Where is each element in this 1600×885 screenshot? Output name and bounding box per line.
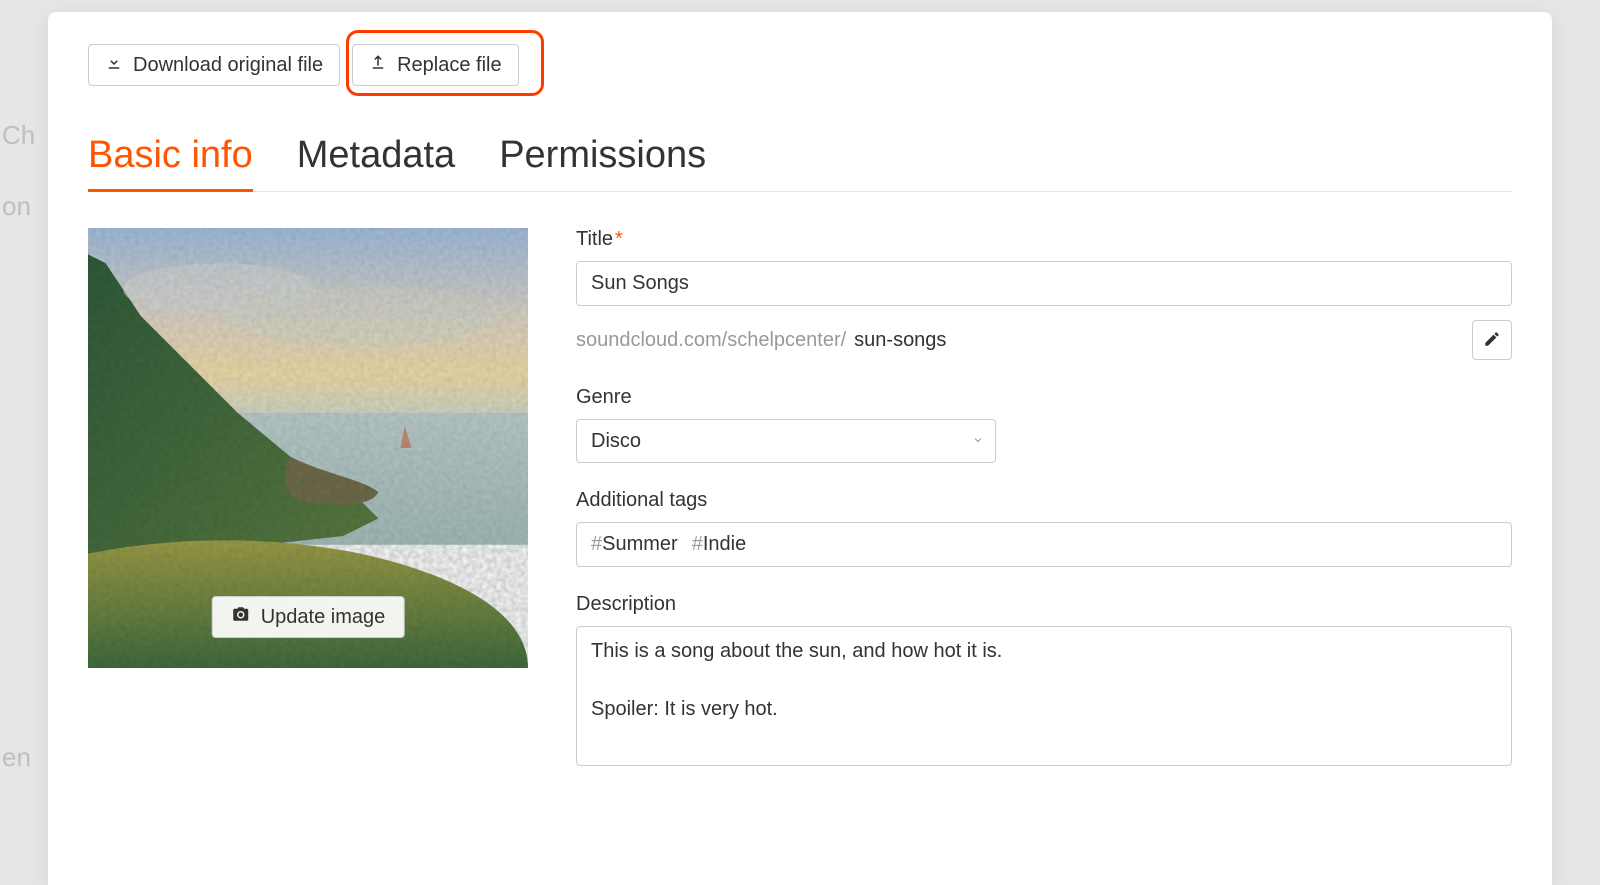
form-column: Title* soundcloud.com/schelpcenter/ sun-… [576,228,1512,766]
title-label: Title* [576,228,1512,251]
tags-label: Additional tags [576,489,1512,512]
tab-permissions[interactable]: Permissions [499,134,706,191]
title-input[interactable] [576,261,1512,306]
tag-chip[interactable]: #Summer [591,533,678,556]
tabs: Basic info Metadata Permissions [88,134,1512,192]
permalink-row: soundcloud.com/schelpcenter/ sun-songs [576,320,1512,360]
download-icon [105,53,123,77]
camera-icon [231,605,251,629]
update-image-label: Update image [261,606,386,629]
tab-content: Update image Title* soundcloud.com/schel… [88,228,1512,766]
file-buttons-row: Download original file Replace file [88,44,1512,86]
tags-text-input[interactable] [760,533,1497,556]
pencil-icon [1483,330,1501,351]
update-image-button[interactable]: Update image [212,596,405,638]
upload-icon [369,53,387,77]
cover-art-container: Update image [88,228,528,668]
tag-chip[interactable]: #Indie [692,533,747,556]
genre-label: Genre [576,386,1512,409]
edit-track-panel: Download original file Replace file Basi… [48,12,1552,885]
tags-field: Additional tags #Summer #Indie [576,489,1512,567]
permalink-slug: sun-songs [854,329,946,352]
description-textarea[interactable]: This is a song about the sun, and how ho… [576,626,1512,766]
required-asterisk: * [615,228,623,250]
genre-select[interactable]: Disco [576,419,996,463]
replace-file-label: Replace file [397,53,502,77]
title-field: Title* soundcloud.com/schelpcenter/ sun-… [576,228,1512,360]
permalink-base: soundcloud.com/schelpcenter/ [576,329,846,352]
description-label: Description [576,593,1512,616]
genre-select-wrap: Disco [576,419,996,463]
tab-basic-info[interactable]: Basic info [88,134,253,191]
replace-file-button[interactable]: Replace file [352,44,519,86]
tab-metadata[interactable]: Metadata [297,134,455,191]
tags-input[interactable]: #Summer #Indie [576,522,1512,567]
genre-field: Genre Disco [576,386,1512,463]
download-original-button[interactable]: Download original file [88,44,340,86]
download-original-label: Download original file [133,53,323,77]
description-field: Description This is a song about the sun… [576,593,1512,766]
edit-permalink-button[interactable] [1472,320,1512,360]
